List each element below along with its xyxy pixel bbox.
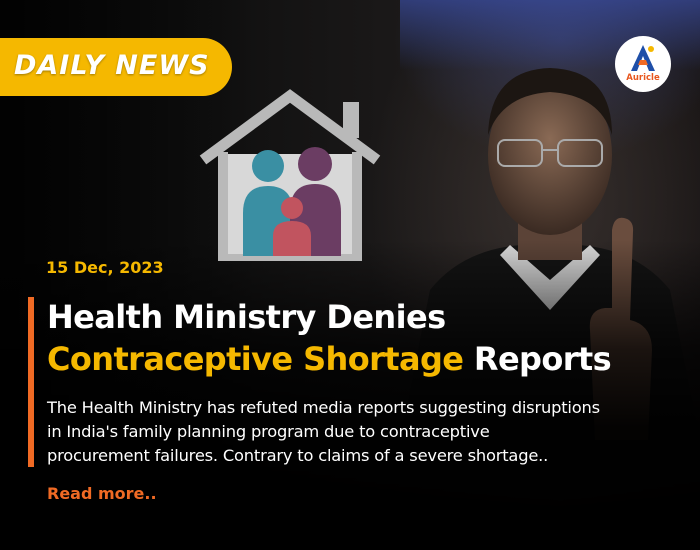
news-card: DAILY NEWS Auricle 15 Dec, 2023 Health M… xyxy=(0,0,700,550)
headline-line-2-rest: Reports xyxy=(463,340,612,378)
headline-highlight: Contraceptive Shortage xyxy=(47,340,464,378)
summary-line: The Health Ministry has refuted media re… xyxy=(47,398,600,417)
family-home-icon xyxy=(199,89,381,261)
summary-line: in India's family planning program due t… xyxy=(47,422,490,441)
read-more-link[interactable]: Read more.. xyxy=(47,484,157,503)
brand-logo[interactable]: Auricle xyxy=(615,36,671,92)
headline-line-1: Health Ministry Denies xyxy=(47,298,446,336)
bottom-shade xyxy=(0,240,700,550)
brand-name: Auricle xyxy=(626,73,660,83)
headline-line-2: Contraceptive Shortage Reports xyxy=(47,338,687,380)
headline: Health Ministry Denies Contraceptive Sho… xyxy=(47,296,687,380)
article-date: 15 Dec, 2023 xyxy=(46,258,164,277)
badge-label: DAILY NEWS xyxy=(14,50,210,81)
article-summary: The Health Ministry has refuted media re… xyxy=(47,396,692,468)
auricle-logo-icon xyxy=(631,45,655,71)
daily-news-badge: DAILY NEWS xyxy=(0,38,232,96)
accent-bar xyxy=(28,297,34,467)
summary-line: procurement failures. Contrary to claims… xyxy=(47,446,549,465)
